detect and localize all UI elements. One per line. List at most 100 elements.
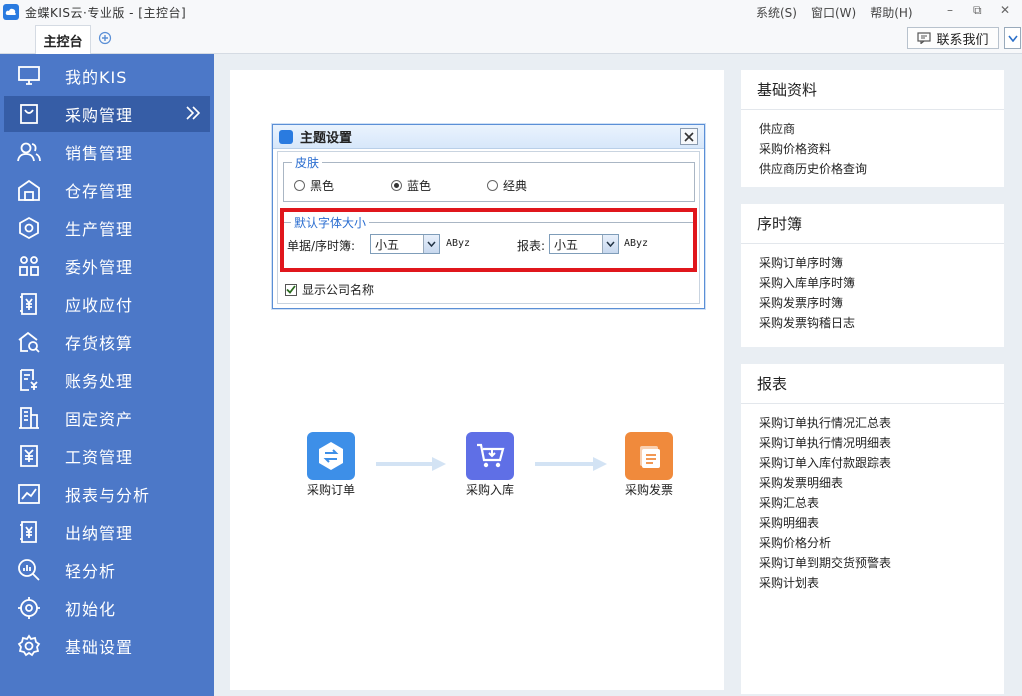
double-chevron-right-icon [186,106,201,120]
link-purchase-price[interactable]: 采购价格资料 [759,139,1004,159]
sidebar-item-label: 委外管理 [65,258,134,277]
gear-icon [16,633,42,659]
link-report[interactable]: 采购订单入库付款跟踪表 [759,453,1004,473]
monitor-icon [16,63,42,89]
dialog-title: 主题设置 [300,131,353,146]
link-report[interactable]: 采购汇总表 [759,493,1004,513]
sidebar-item-purchase[interactable]: 采购管理 [4,96,210,132]
flow-label: 采购订单 [306,483,355,497]
hexagon-icon [16,215,42,241]
dropdown-button[interactable] [1004,27,1021,49]
link-report[interactable]: 采购订单执行情况汇总表 [759,413,1004,433]
link-receipt-journal[interactable]: 采购入库单序时簿 [759,273,1004,293]
window-title: 金蝶KIS云·专业版 - [主控台] [25,5,187,20]
tab-main-console[interactable]: 主控台 [35,25,91,54]
sidebar-item-label: 工资管理 [65,448,134,467]
radio-skin-black[interactable]: 黑色 [294,177,334,194]
invoice-icon [625,432,673,480]
sidebar-item-initialize[interactable]: 初始化 [4,590,210,626]
radio-label: 黑色 [310,179,335,193]
sidebar-item-warehouse[interactable]: 仓存管理 [4,172,210,208]
link-report[interactable]: 采购计划表 [759,573,1004,593]
radio-icon [294,180,305,191]
flow-label: 采购入库 [465,483,514,497]
sidebar-item-inventory-accounting[interactable]: 存货核算 [4,324,210,360]
sidebar-item-production[interactable]: 生产管理 [4,210,210,246]
link-supplier[interactable]: 供应商 [759,119,1004,139]
building-icon [16,405,42,431]
link-supplier-price-history[interactable]: 供应商历史价格查询 [759,159,1004,179]
radio-selected-icon [391,180,402,191]
sidebar-item-label: 固定资产 [65,410,134,429]
link-report[interactable]: 采购价格分析 [759,533,1004,553]
menu-system[interactable]: 系统(S) [756,4,797,21]
card-title: 报表 [741,364,1004,404]
app-logo-icon [3,4,19,20]
sidebar-item-receivable-payable[interactable]: 应收应付 [4,286,210,322]
salary-icon [16,443,42,469]
close-icon [684,131,694,142]
sidebar-item-accounting[interactable]: 账务处理 [4,362,210,398]
flow-label: 采购发票 [624,483,673,497]
checkbox-checked-icon [285,283,297,296]
sidebar-item-label: 账务处理 [65,372,134,391]
sidebar-item-outsourcing[interactable]: 委外管理 [4,248,210,284]
sidebar-item-label: 仓存管理 [65,182,134,201]
radio-label: 经典 [503,179,528,193]
sidebar-item-fixed-assets[interactable]: 固定资产 [4,400,210,436]
flow-node-purchase-invoice[interactable]: 采购发票 [614,432,684,498]
contact-us-button[interactable]: 联系我们 [907,27,999,49]
sidebar-item-light-analysis[interactable]: 轻分析 [4,552,210,588]
add-tab-icon[interactable] [98,31,112,45]
sidebar-item-label: 应收应付 [65,296,134,315]
card-journal: 序时簿 采购订单序时簿 采购入库单序时簿 采购发票序时簿 采购发票钩稽日志 [741,204,1004,347]
dialog-header: 主题设置 [273,125,704,149]
card-basic-data: 基础资料 供应商 采购价格资料 供应商历史价格查询 [741,70,1004,187]
link-report[interactable]: 采购订单到期交货预警表 [759,553,1004,573]
minimize-icon[interactable]: – [947,3,953,17]
link-invoice-reconcile-log[interactable]: 采购发票钩稽日志 [759,313,1004,333]
sidebar-item-reports[interactable]: 报表与分析 [4,476,210,512]
radio-label: 蓝色 [407,179,432,193]
link-invoice-journal[interactable]: 采购发票序时簿 [759,293,1004,313]
flow-arrow-icon [376,457,446,471]
target-icon [16,595,42,621]
close-icon[interactable]: ✕ [1000,3,1010,17]
tab-bar: 主控台 联系我们 [0,24,1022,54]
sidebar-item-label: 我的KIS [65,68,128,87]
link-report[interactable]: 采购明细表 [759,513,1004,533]
sidebar-item-label: 销售管理 [65,144,134,163]
card-links: 供应商 采购价格资料 供应商历史价格查询 [741,110,1004,179]
flow-arrow-icon [535,457,607,471]
sidebar-item-basic-settings[interactable]: 基础设置 [4,628,210,664]
sidebar-item-my-kis[interactable]: 我的KIS [4,58,210,94]
chevron-down-icon [1007,35,1018,42]
sidebar-item-sales[interactable]: 销售管理 [4,134,210,170]
link-report[interactable]: 采购订单执行情况明细表 [759,433,1004,453]
ledger-icon [16,367,42,393]
bag-icon [16,101,42,127]
outsourcing-icon [16,253,42,279]
skin-group: 皮肤 黑色 蓝色 经典 [283,154,695,202]
dialog-close-button[interactable] [680,128,698,145]
purchase-order-icon [307,432,355,480]
flow-node-purchase-order[interactable]: 采购订单 [296,432,366,498]
show-company-checkbox[interactable]: 显示公司名称 [285,281,374,298]
restore-icon[interactable]: ⧉ [973,3,982,18]
sidebar-item-salary[interactable]: 工资管理 [4,438,210,474]
menu-help[interactable]: 帮助(H) [870,4,912,21]
warehouse-icon [16,177,42,203]
radio-skin-blue[interactable]: 蓝色 [391,177,431,194]
flow-node-purchase-receipt[interactable]: 采购入库 [455,432,525,498]
sidebar-item-label: 报表与分析 [65,486,151,505]
sidebar-item-label: 采购管理 [65,106,134,125]
link-order-journal[interactable]: 采购订单序时簿 [759,253,1004,273]
sidebar-item-label: 存货核算 [65,334,134,353]
sidebar-item-cashier[interactable]: 出纳管理 [4,514,210,550]
link-report[interactable]: 采购发票明细表 [759,473,1004,493]
line-chart-icon [16,481,42,507]
magnifier-chart-icon [16,557,42,583]
menu-bar: 系统(S) 窗口(W) 帮助(H) [756,4,913,21]
menu-window[interactable]: 窗口(W) [811,4,856,21]
radio-skin-classic[interactable]: 经典 [487,177,527,194]
